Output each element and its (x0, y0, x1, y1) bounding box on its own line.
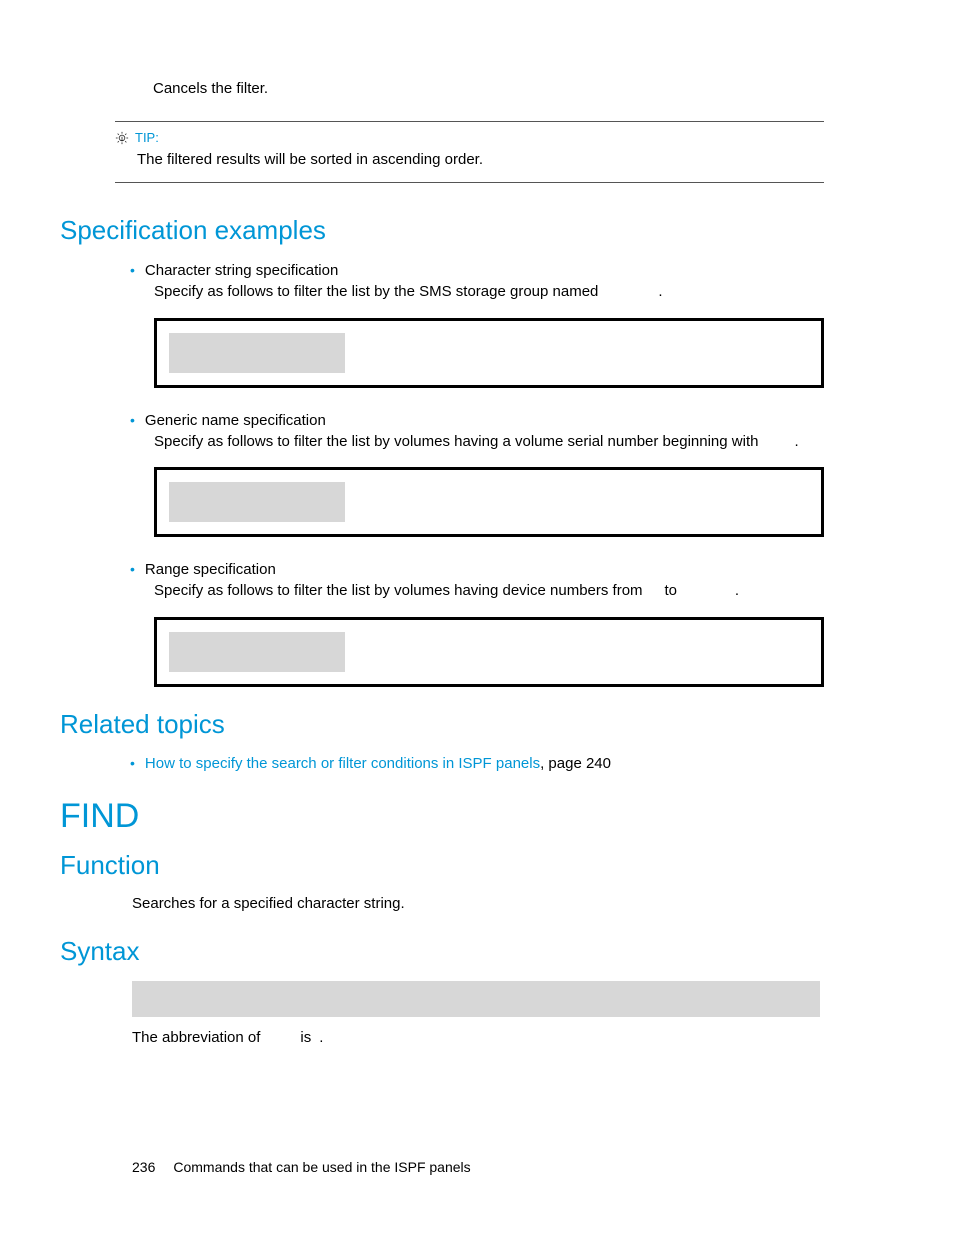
code-placeholder (169, 333, 345, 373)
bullet-icon: • (130, 411, 135, 431)
code-placeholder (169, 482, 345, 522)
spec-desc-text: Specify as follows to filter the list by… (154, 433, 758, 450)
spec-desc-dot: . (658, 281, 662, 304)
abbrev-post: . (319, 1029, 323, 1046)
related-topics-heading: Related topics (60, 709, 824, 740)
syntax-placeholder (132, 981, 820, 1017)
spec-item-desc: Specify as follows to filter the list by… (154, 431, 824, 454)
code-placeholder (169, 632, 345, 672)
function-body-text: Searches for a specified character strin… (132, 895, 824, 912)
find-heading: FIND (60, 797, 824, 836)
cancel-filter-text: Cancels the filter. (153, 80, 824, 97)
related-topic-item: • How to specify the search or filter co… (130, 754, 824, 774)
footer-text: Commands that can be used in the ISPF pa… (173, 1159, 470, 1175)
page-number: 236 (132, 1159, 155, 1175)
abbreviation-text: The abbreviation of is. (132, 1029, 824, 1046)
function-heading: Function (60, 850, 824, 881)
spec-example-item: • Generic name specification Specify as … (130, 410, 824, 538)
spec-item-title: Character string specification (145, 260, 338, 281)
spec-desc-text: Specify as follows to filter the list by… (154, 582, 643, 599)
bullet-icon: • (130, 754, 135, 774)
bullet-icon: • (130, 261, 135, 281)
code-example-box (154, 617, 824, 687)
tip-body-text: The filtered results will be sorted in a… (137, 151, 824, 168)
spec-desc-dot: . (735, 580, 739, 603)
abbrev-mid: is (300, 1029, 311, 1046)
spec-example-item: • Character string specification Specify… (130, 260, 824, 388)
spec-desc-to: to (647, 580, 695, 603)
code-example-box (154, 467, 824, 537)
spec-desc-text: Specify as follows to filter the list by… (154, 283, 598, 300)
tip-block: TIP: The filtered results will be sorted… (115, 121, 824, 183)
lightbulb-icon (115, 131, 129, 145)
tip-label: TIP: (135, 130, 159, 145)
page-footer: 236 Commands that can be used in the ISPF… (132, 1159, 471, 1175)
spec-example-item: • Range specification Specify as follows… (130, 559, 824, 687)
spec-item-title: Range specification (145, 559, 276, 580)
syntax-heading: Syntax (60, 936, 824, 967)
related-topic-page: , page 240 (540, 755, 611, 772)
spec-desc-dot: . (794, 431, 798, 454)
bullet-icon: • (130, 560, 135, 580)
spec-item-desc: Specify as follows to filter the list by… (154, 281, 824, 304)
specification-examples-heading: Specification examples (60, 215, 824, 246)
spec-item-desc: Specify as follows to filter the list by… (154, 580, 824, 603)
spec-item-title: Generic name specification (145, 410, 326, 431)
code-example-box (154, 318, 824, 388)
abbrev-pre: The abbreviation of (132, 1029, 260, 1046)
related-topic-link[interactable]: How to specify the search or filter cond… (145, 755, 540, 772)
